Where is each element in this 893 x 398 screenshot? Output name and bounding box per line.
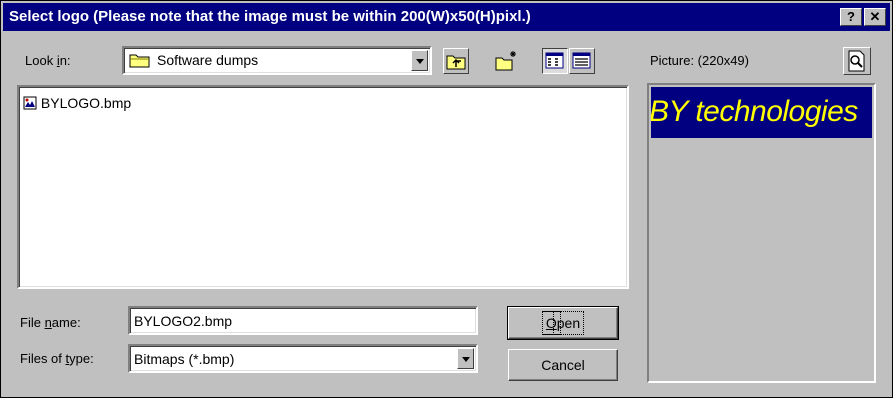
window-title: Select logo (Please note that the image … <box>9 8 531 25</box>
close-button[interactable]: ✕ <box>864 8 886 26</box>
logo-preview-image: BY technologies <box>651 87 872 138</box>
file-name-text: BYLOGO.bmp <box>40 95 132 111</box>
folder-icon <box>129 52 151 71</box>
file-list[interactable]: BYLOGO.bmp <box>17 85 629 289</box>
list-view-icon <box>543 52 567 76</box>
up-one-level-button[interactable] <box>443 48 469 74</box>
select-logo-dialog: Select logo (Please note that the image … <box>0 0 893 398</box>
files-of-type-combo[interactable]: Bitmaps (*.bmp) <box>128 344 478 373</box>
help-button[interactable]: ? <box>840 8 862 26</box>
preview-button[interactable] <box>843 47 871 75</box>
create-new-folder-button[interactable] <box>493 48 519 74</box>
files-of-type-dropdown-arrow[interactable] <box>457 348 474 369</box>
preview-magnifier-icon <box>844 50 870 77</box>
details-view-icon <box>570 52 594 76</box>
list-item[interactable]: BYLOGO.bmp <box>23 95 131 113</box>
file-name-label: File name: <box>20 315 81 330</box>
picture-preview-pane: BY technologies <box>647 83 876 383</box>
look-in-label: Look in: <box>25 53 71 68</box>
file-name-value: BYLOGO2.bmp <box>134 313 233 329</box>
create-new-folder-icon <box>494 51 518 76</box>
open-button-label: Open <box>541 311 585 335</box>
file-name-input[interactable]: BYLOGO2.bmp <box>128 306 478 335</box>
look-in-dropdown-arrow[interactable] <box>411 50 428 71</box>
cancel-button[interactable]: Cancel <box>508 349 618 381</box>
details-view-button[interactable] <box>569 48 595 74</box>
up-one-level-icon <box>444 55 468 76</box>
logo-preview-text: BY technologies <box>651 95 858 128</box>
open-button[interactable]: Open <box>507 306 619 340</box>
picture-size-label: Picture: (220x49) <box>650 53 749 68</box>
look-in-value: Software dumps <box>157 52 259 68</box>
bitmap-file-icon <box>23 96 37 113</box>
list-view-button[interactable] <box>542 48 568 74</box>
files-of-type-value: Bitmaps (*.bmp) <box>134 351 235 367</box>
title-bar[interactable]: Select logo (Please note that the image … <box>3 3 890 31</box>
files-of-type-label: Files of type: <box>20 351 94 366</box>
look-in-combo[interactable]: Software dumps <box>122 46 432 75</box>
